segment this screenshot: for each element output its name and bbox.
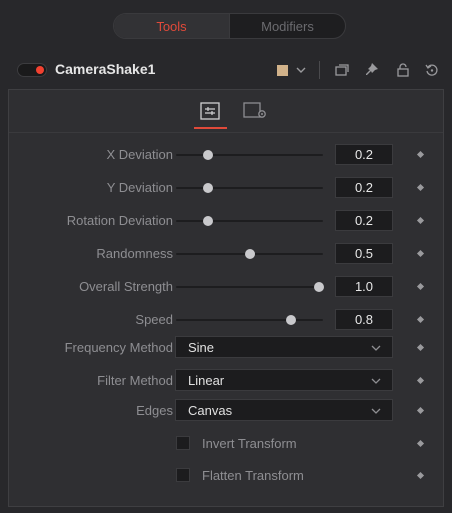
slider-track[interactable]: [176, 216, 323, 226]
toggle-knob: [36, 66, 44, 74]
slider-row: X Deviation 0.2: [9, 143, 443, 167]
versions-icon[interactable]: [332, 60, 352, 80]
slider-row: Y Deviation 0.2: [9, 176, 443, 200]
value-field[interactable]: 0.2: [335, 210, 393, 231]
value-field[interactable]: 0.2: [335, 177, 393, 198]
select-value: Sine: [188, 340, 215, 355]
chevron-down-icon: [371, 378, 381, 384]
dropdown-row: Frequency Method Sine: [9, 336, 443, 360]
slider-row: Speed 0.8: [9, 308, 443, 332]
checkbox-label: Invert Transform: [202, 436, 297, 451]
keyframe-icon[interactable]: [416, 249, 425, 258]
slider-row: Rotation Deviation 0.2: [9, 209, 443, 233]
keyframe-icon[interactable]: [416, 439, 425, 448]
dropdown-row: Filter Method Linear: [9, 369, 443, 393]
keyframe-icon[interactable]: [416, 343, 425, 352]
slider-label: Randomness: [96, 246, 173, 261]
flatten-transform-checkbox[interactable]: [176, 468, 190, 482]
select-value: Canvas: [188, 403, 233, 418]
frequency-method-select[interactable]: Sine: [175, 336, 393, 358]
keyframe-icon[interactable]: [416, 282, 425, 291]
header-divider: [319, 61, 320, 79]
reset-icon[interactable]: [422, 60, 442, 80]
tool-enable-toggle[interactable]: [17, 63, 47, 77]
checkbox-row: Invert Transform: [9, 432, 443, 456]
select-value: Linear: [188, 373, 225, 388]
invert-transform-checkbox[interactable]: [176, 436, 190, 450]
tool-name[interactable]: CameraShake1: [55, 61, 155, 77]
checkbox-label: Flatten Transform: [202, 468, 304, 483]
pin-icon[interactable]: [362, 60, 382, 80]
dropdown-row: Edges Canvas: [9, 399, 443, 423]
edges-select[interactable]: Canvas: [175, 399, 393, 421]
checkbox-row: Flatten Transform: [9, 464, 443, 488]
slider-track[interactable]: [176, 315, 323, 325]
panel-tab-switch: Tools Modifiers: [113, 13, 346, 39]
keyframe-icon[interactable]: [416, 183, 425, 192]
active-tab-indicator: [194, 127, 227, 129]
tab-tools[interactable]: Tools: [114, 14, 230, 38]
value-field[interactable]: 1.0: [335, 276, 393, 297]
inspector-tabs: [9, 90, 443, 133]
tab-modifiers[interactable]: Modifiers: [230, 14, 345, 38]
slider-track[interactable]: [176, 282, 324, 292]
dropdown-label: Frequency Method: [64, 340, 173, 355]
lock-icon[interactable]: [393, 60, 413, 80]
dropdown-label: Edges: [136, 403, 173, 418]
slider-handle[interactable]: [244, 249, 255, 259]
slider-track[interactable]: [176, 150, 323, 160]
keyframe-icon[interactable]: [416, 406, 425, 415]
value-field[interactable]: 0.2: [335, 144, 393, 165]
filter-method-select[interactable]: Linear: [175, 369, 393, 391]
slider-label: Y Deviation: [106, 180, 173, 195]
color-swatch[interactable]: [277, 65, 288, 76]
slider-label: Speed: [135, 312, 173, 327]
slider-label: X Deviation: [106, 147, 173, 162]
value-field[interactable]: 0.8: [335, 309, 393, 330]
chevron-down-icon: [371, 345, 381, 351]
slider-handle[interactable]: [202, 150, 213, 160]
dropdown-label: Filter Method: [97, 373, 173, 388]
keyframe-icon[interactable]: [416, 471, 425, 480]
slider-handle[interactable]: [202, 183, 213, 193]
slider-label: Overall Strength: [79, 279, 173, 294]
chevron-down-icon: [371, 408, 381, 414]
inspector-panel: X Deviation 0.2 Y Deviation 0.2 Rotation…: [8, 89, 444, 507]
keyframe-icon[interactable]: [416, 216, 425, 225]
keyframe-icon[interactable]: [416, 315, 425, 324]
slider-handle[interactable]: [286, 315, 297, 325]
chevron-down-icon[interactable]: [291, 60, 311, 80]
keyframe-icon[interactable]: [416, 376, 425, 385]
controls-tab-icon[interactable]: [199, 100, 221, 122]
slider-row: Randomness 0.5: [9, 242, 443, 266]
top-bar: Tools Modifiers: [0, 0, 452, 46]
value-field[interactable]: 0.5: [335, 243, 393, 264]
slider-handle[interactable]: [314, 282, 324, 292]
slider-track[interactable]: [176, 183, 323, 193]
tool-header: CameraShake1: [8, 54, 444, 86]
slider-label: Rotation Deviation: [66, 213, 173, 228]
keyframe-icon[interactable]: [416, 150, 425, 159]
settings-tab-icon[interactable]: [242, 100, 270, 122]
slider-track[interactable]: [176, 249, 323, 259]
slider-row: Overall Strength 1.0: [9, 275, 443, 299]
slider-handle[interactable]: [202, 216, 213, 226]
